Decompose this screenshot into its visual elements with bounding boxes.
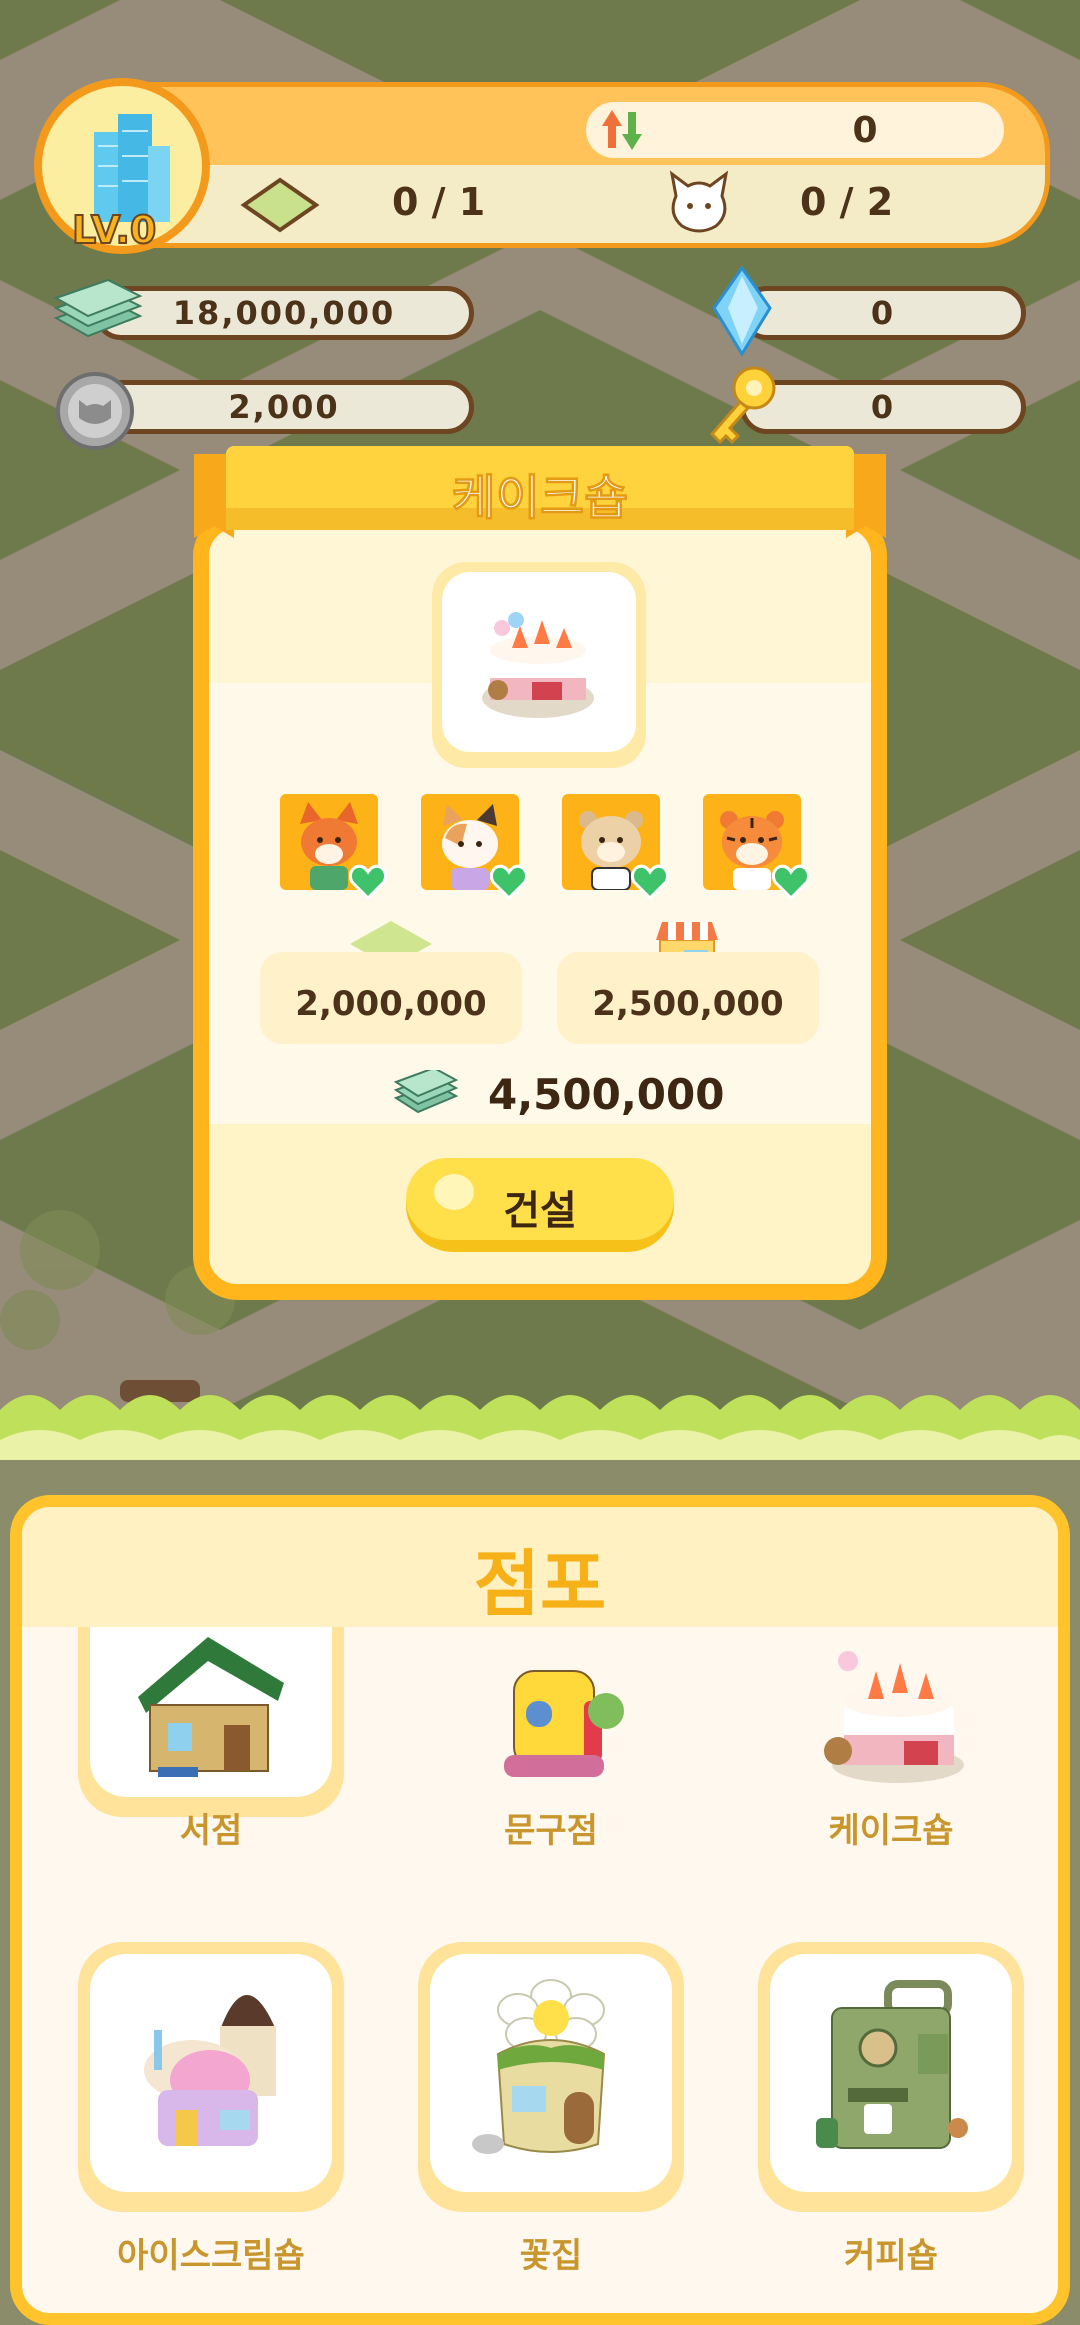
stationery-shop-icon	[504, 1670, 624, 1777]
total-cost: 4,500,000	[488, 1070, 725, 1119]
shop-panel-heading: 점포	[473, 1542, 607, 1626]
crystal-gem-icon	[712, 266, 772, 356]
grass-hedge	[0, 1395, 1080, 1460]
bookstore-icon	[138, 1637, 284, 1777]
shop-item-label: 문구점	[504, 1811, 598, 1851]
silver-coin-icon	[56, 372, 134, 450]
coin-counter: 2,000	[94, 380, 474, 434]
population-value: 0	[852, 110, 878, 151]
shop-item-label: 케이크숍	[828, 1811, 954, 1851]
key-counter: 0	[740, 380, 1026, 434]
heart-icon	[630, 864, 670, 900]
land-tile-icon	[240, 177, 320, 233]
golden-key-icon	[709, 366, 776, 445]
coffee-shop-icon	[816, 1980, 968, 2149]
land-count: 0 / 1	[392, 180, 486, 224]
heart-icon	[771, 864, 811, 900]
heart-icon	[489, 864, 529, 900]
animal-count: 0 / 2	[800, 180, 894, 224]
level-badge[interactable]: LV.0	[32, 76, 212, 256]
cash-stack-icon	[393, 1070, 459, 1114]
animal-slot-hamster[interactable]	[562, 794, 670, 900]
land-cost: 2,000,000	[260, 952, 522, 1044]
shop-item-label: 아이스크림숍	[117, 2236, 305, 2276]
animal-slot-cat[interactable]	[421, 794, 529, 900]
cash-stack-icon	[53, 278, 143, 338]
build-button-label: 건설	[503, 1188, 577, 1234]
flower-shop-icon	[472, 1979, 606, 2154]
building-cost: 2,500,000	[557, 952, 819, 1044]
cake-shop-icon	[482, 612, 594, 718]
build-button[interactable]: 건설	[406, 1158, 674, 1252]
modal-title: 케이크숍	[451, 470, 629, 527]
animal-head-icon	[669, 170, 729, 233]
shop-item-label: 꽃집	[519, 2236, 583, 2276]
population-counter: 0	[586, 102, 1004, 158]
animal-slot-fox[interactable]	[280, 794, 388, 900]
animal-slot-tiger[interactable]	[703, 794, 811, 900]
cash-counter: 18,000,000	[94, 286, 474, 340]
cake-shop-icon	[824, 1651, 964, 1783]
ice-cream-shop-icon	[144, 1995, 276, 2146]
heart-icon	[348, 864, 388, 900]
shop-panel: 점포 점포	[10, 1495, 1070, 2325]
shop-item-label: 서점	[179, 1811, 243, 1851]
level-label: LV.0	[71, 207, 157, 253]
shop-item-label: 커피숍	[844, 2236, 938, 2276]
gem-counter: 0	[740, 286, 1026, 340]
